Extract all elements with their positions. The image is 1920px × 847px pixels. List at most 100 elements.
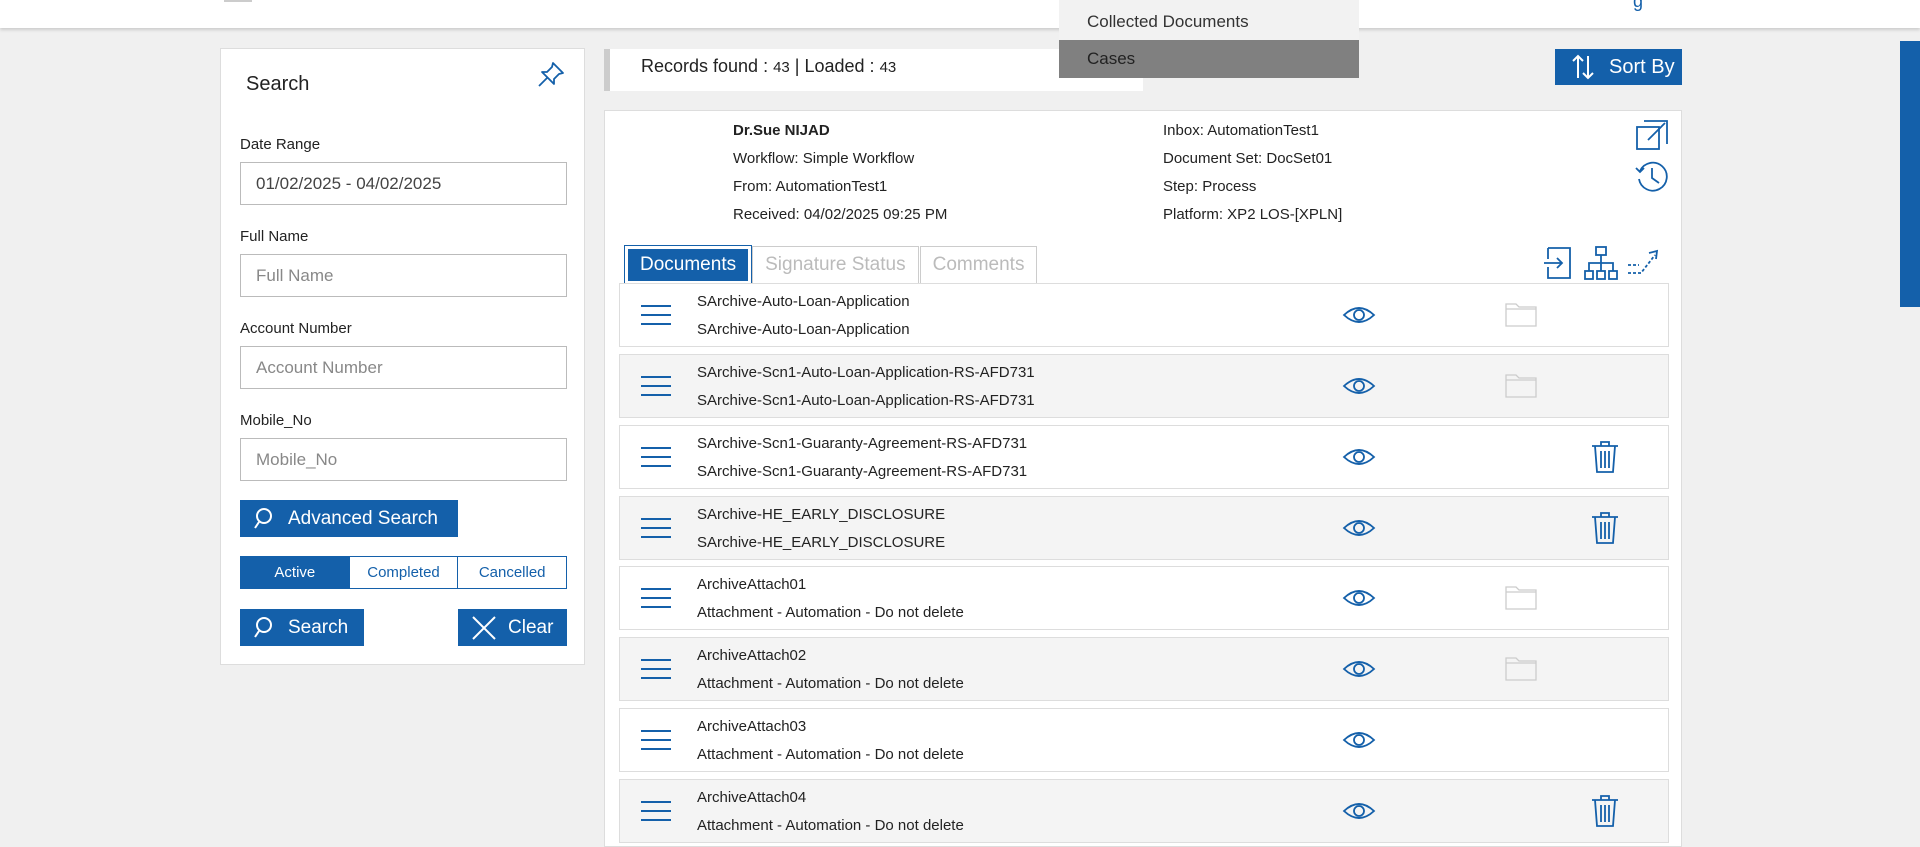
document-title: SArchive-Auto-Loan-Application — [697, 293, 910, 310]
document-title: ArchiveAttach03 — [697, 718, 807, 735]
advanced-search-button[interactable]: Advanced Search — [240, 500, 458, 537]
document-title: ArchiveAttach04 — [697, 789, 807, 806]
trash-icon[interactable] — [1590, 794, 1620, 828]
menu-icon[interactable] — [640, 374, 672, 398]
records-loaded-label: | Loaded : — [794, 56, 875, 76]
eye-icon[interactable] — [1342, 798, 1376, 824]
document-row[interactable]: SArchive-HE_EARLY_DISCLOSURE SArchive-HE_… — [619, 496, 1669, 560]
document-title: ArchiveAttach02 — [697, 647, 807, 664]
scrollbar-thumb[interactable] — [1900, 41, 1920, 307]
clear-button-label: Clear — [508, 616, 554, 638]
records-found-count: 43 — [773, 59, 790, 76]
menu-icon[interactable] — [640, 657, 672, 681]
eye-icon[interactable] — [1342, 515, 1376, 541]
document-row[interactable]: ArchiveAttach02 Attachment - Automation -… — [619, 637, 1669, 701]
document-subtitle: Attachment - Automation - Do not delete — [697, 604, 964, 621]
document-title: SArchive-HE_EARLY_DISCLOSURE — [697, 506, 946, 523]
menu-icon[interactable] — [640, 799, 672, 823]
eye-icon[interactable] — [1342, 585, 1376, 611]
folder-icon[interactable] — [1504, 583, 1538, 611]
view-dropdown-menu: Collected Documents Cases — [1059, 0, 1359, 78]
date-range-input[interactable] — [240, 162, 567, 205]
from-text: From: AutomationTest1 — [733, 178, 888, 195]
records-loaded-count: 43 — [879, 59, 897, 76]
mobile-no-input[interactable] — [240, 438, 567, 481]
search-panel-title: Search — [246, 73, 310, 95]
document-subtitle: Attachment - Automation - Do not delete — [697, 746, 964, 763]
document-subtitle: SArchive-Scn1-Guaranty-Agreement-RS-AFD7… — [697, 463, 1028, 480]
tab-documents[interactable]: Documents — [625, 246, 752, 284]
eye-icon[interactable] — [1342, 727, 1376, 753]
clear-button[interactable]: Clear — [458, 609, 567, 646]
document-set-text: Document Set: DocSet01 — [1163, 150, 1333, 167]
close-icon — [472, 615, 496, 640]
records-found-label: Records found : — [641, 56, 769, 76]
menu-icon[interactable] — [640, 586, 672, 610]
folder-icon[interactable] — [1504, 300, 1538, 328]
search-button-label: Search — [288, 616, 349, 638]
tab-comments[interactable]: Comments — [919, 246, 1038, 284]
trash-icon[interactable] — [1590, 440, 1620, 474]
route-icon[interactable] — [1627, 245, 1663, 281]
inbox-text: Inbox: AutomationTest1 — [1163, 122, 1319, 139]
sort-by-button[interactable]: Sort By — [1555, 49, 1682, 85]
menu-item-cases[interactable]: Cases — [1059, 40, 1359, 78]
open-external-icon[interactable] — [1634, 118, 1670, 154]
search-panel: Search Date Range Full Name Account Numb… — [220, 48, 585, 665]
search-button[interactable]: Search — [240, 609, 364, 646]
document-row[interactable]: SArchive-Auto-Loan-Application SArchive-A… — [619, 283, 1669, 347]
eye-icon[interactable] — [1342, 444, 1376, 470]
top-bar: g — [0, 0, 1920, 28]
pin-icon[interactable] — [533, 57, 569, 93]
sort-icon — [1572, 54, 1594, 80]
received-text: Received: 04/02/2025 09:25 PM — [733, 206, 948, 223]
document-row[interactable]: ArchiveAttach01 Attachment - Automation -… — [619, 566, 1669, 630]
top-bar-stub — [224, 0, 252, 2]
menu-icon[interactable] — [640, 728, 672, 752]
eye-icon[interactable] — [1342, 373, 1376, 399]
document-subtitle: Attachment - Automation - Do not delete — [697, 817, 964, 834]
filter-completed[interactable]: Completed — [350, 557, 459, 588]
filter-cancelled[interactable]: Cancelled — [458, 557, 566, 588]
document-title: SArchive-Scn1-Guaranty-Agreement-RS-AFD7… — [697, 435, 1028, 452]
document-row[interactable]: ArchiveAttach03 Attachment - Automation -… — [619, 708, 1669, 772]
document-subtitle: SArchive-Auto-Loan-Application — [697, 321, 910, 338]
menu-item-collected-documents[interactable]: Collected Documents — [1059, 3, 1359, 41]
eye-icon[interactable] — [1342, 302, 1376, 328]
full-name-input[interactable] — [240, 254, 567, 297]
document-subtitle: SArchive-Scn1-Auto-Loan-Application-RS-A… — [697, 392, 1035, 409]
customer-name: Dr.Sue NIJAD — [733, 122, 830, 139]
folder-icon[interactable] — [1504, 371, 1538, 399]
history-icon[interactable] — [1634, 159, 1670, 195]
hierarchy-icon[interactable] — [1583, 245, 1619, 281]
eye-icon[interactable] — [1342, 656, 1376, 682]
folder-icon[interactable] — [1504, 654, 1538, 682]
menu-icon[interactable] — [640, 303, 672, 327]
document-row[interactable]: SArchive-Scn1-Auto-Loan-Application-RS-A… — [619, 354, 1669, 418]
document-title: SArchive-Scn1-Auto-Loan-Application-RS-A… — [697, 364, 1035, 381]
trash-icon[interactable] — [1590, 511, 1620, 545]
status-filter-group: Active Completed Cancelled — [240, 556, 567, 589]
search-icon — [254, 507, 272, 529]
sort-by-label: Sort By — [1609, 55, 1675, 78]
document-subtitle: Attachment - Automation - Do not delete — [697, 675, 964, 692]
search-icon — [254, 616, 272, 638]
menu-icon[interactable] — [640, 516, 672, 540]
case-meta-right: Inbox: AutomationTest1 Document Set: Doc… — [1163, 117, 1342, 229]
account-number-label: Account Number — [240, 320, 352, 337]
date-range-label: Date Range — [240, 136, 321, 153]
document-title: ArchiveAttach01 — [697, 576, 807, 593]
document-row[interactable]: SArchive-Scn1-Guaranty-Agreement-RS-AFD7… — [619, 425, 1669, 489]
menu-icon[interactable] — [640, 445, 672, 469]
account-number-input[interactable] — [240, 346, 567, 389]
document-subtitle: SArchive-HE_EARLY_DISCLOSURE — [697, 534, 946, 551]
case-detail-panel: Dr.Sue NIJAD Workflow: Simple Workflow F… — [604, 110, 1682, 847]
detail-tabs: Documents Signature Status Comments — [625, 246, 1038, 284]
platform-text: Platform: XP2 LOS-[XPLN] — [1163, 206, 1343, 223]
step-text: Step: Process — [1163, 178, 1257, 195]
export-icon[interactable] — [1540, 245, 1576, 281]
tab-signature-status[interactable]: Signature Status — [752, 246, 919, 284]
case-meta-left: Dr.Sue NIJAD Workflow: Simple Workflow F… — [733, 117, 947, 229]
document-row[interactable]: ArchiveAttach04 Attachment - Automation -… — [619, 779, 1669, 843]
filter-active[interactable]: Active — [241, 557, 350, 588]
